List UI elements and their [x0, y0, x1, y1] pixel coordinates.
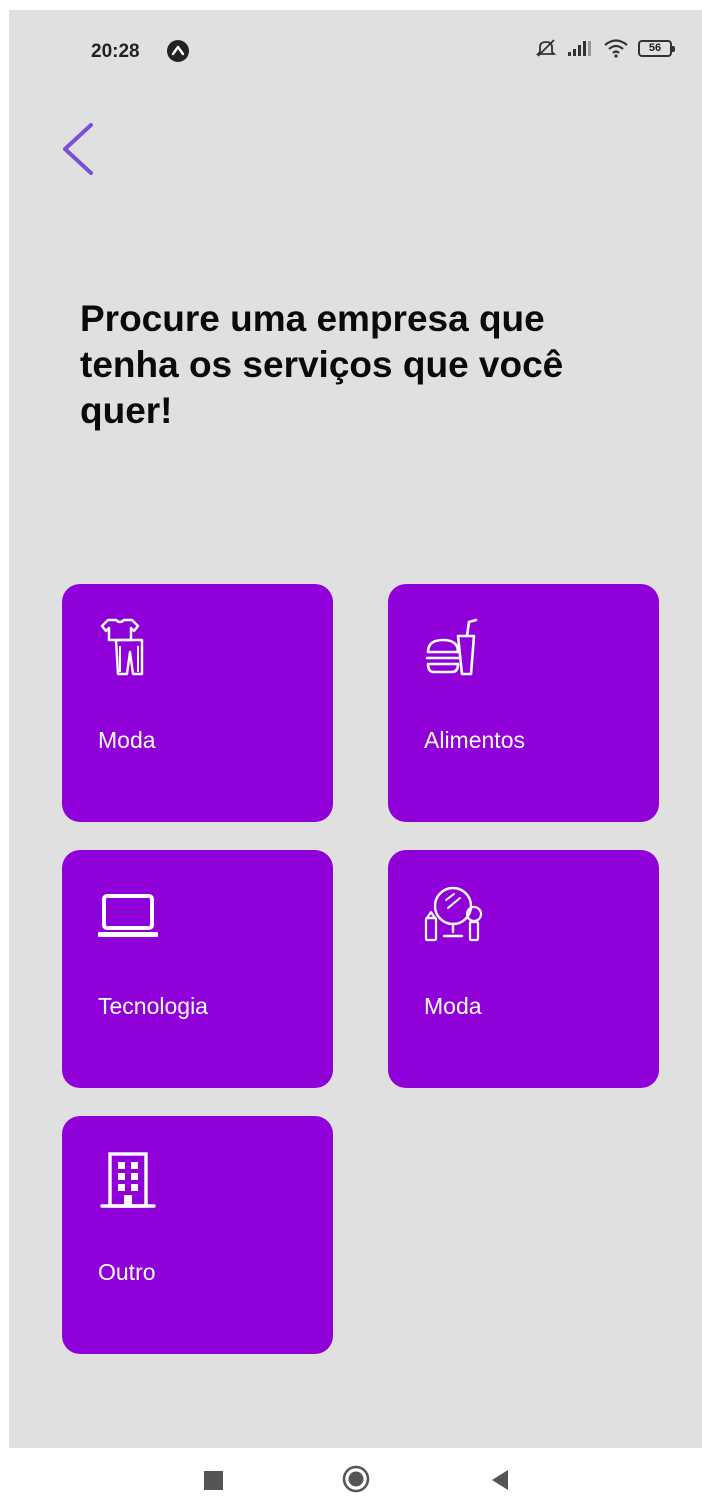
app-screen: 20:28 56 Procure uma empresa que tenha o…: [9, 10, 702, 1448]
wifi-icon: [604, 39, 628, 58]
battery-icon: 56: [638, 39, 675, 57]
laptop-icon: [98, 894, 158, 937]
back-button[interactable]: [57, 117, 101, 181]
category-card-tecnologia[interactable]: Tecnologia: [62, 850, 333, 1088]
navigation-app-icon: [167, 40, 189, 62]
chevron-left-icon: [63, 123, 93, 175]
category-card-moda[interactable]: Moda: [62, 584, 333, 822]
category-card-outro[interactable]: Outro: [62, 1116, 333, 1354]
fast-food-icon: [425, 618, 478, 676]
page-title: Procure uma empresa que tenha os serviço…: [80, 298, 564, 431]
status-icons: 56: [535, 38, 675, 58]
category-card-moda-beauty[interactable]: Moda: [388, 850, 659, 1088]
clothes-icon: [100, 618, 144, 676]
recents-icon[interactable]: [204, 1471, 223, 1490]
system-nav-bar: [0, 1448, 702, 1502]
building-icon: [100, 1152, 156, 1208]
category-card-alimentos[interactable]: Alimentos: [388, 584, 659, 822]
category-label: Moda: [424, 993, 482, 1019]
home-icon[interactable]: [342, 1465, 370, 1493]
back-icon[interactable]: [490, 1468, 510, 1492]
category-label: Tecnologia: [98, 993, 208, 1019]
battery-level: 56: [648, 42, 662, 54]
category-label: Moda: [98, 727, 156, 753]
status-time: 20:28: [91, 41, 140, 62]
signal-icon: [568, 41, 591, 56]
muted-bell-icon: [535, 39, 557, 57]
category-label: Outro: [98, 1259, 156, 1285]
makeup-icon: [424, 886, 483, 942]
category-label: Alimentos: [424, 727, 525, 753]
status-bar: 20:28 56: [9, 10, 702, 70]
